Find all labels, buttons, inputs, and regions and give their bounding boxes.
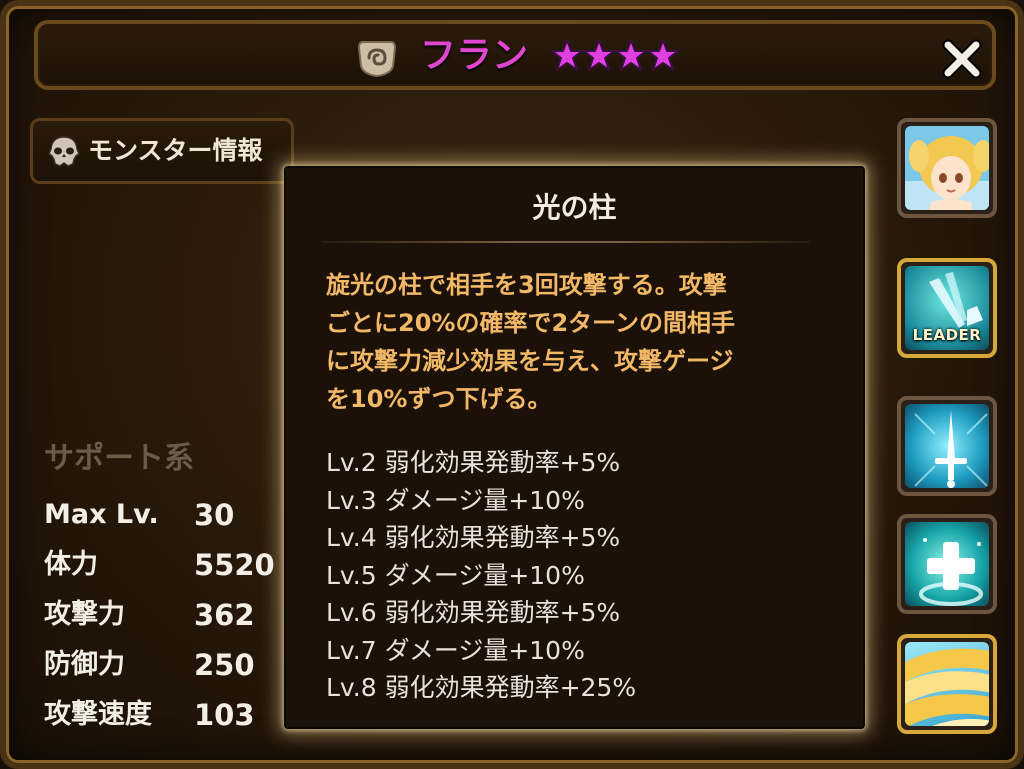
skill-description-line: 旋光の柱で相手を3回攻撃する。攻撃 [326, 271, 727, 299]
stat-value: 103 [194, 698, 255, 732]
stat-label: 攻撃力 [44, 599, 125, 630]
heal-cross-icon [919, 538, 983, 606]
light-sword-icon [914, 410, 988, 488]
skill-1-button[interactable] [897, 396, 997, 496]
monster-name: フラン [420, 35, 529, 76]
star-icon [647, 39, 679, 71]
monster-info-tab-label: モンスター情報 [88, 136, 263, 165]
stat-value: 30 [194, 498, 235, 532]
skill-level-line: Lv.8 弱化効果発動率+25% [326, 673, 637, 702]
title-divider [322, 241, 810, 243]
skill-description-line: を10%ずつ下げる。 [326, 385, 552, 413]
monster-type-label: サポート系 [44, 441, 194, 476]
skill-description-line: ごとに20%の確率で2ターンの間相手 [326, 309, 735, 337]
skill-level-list: Lv.2 弱化効果発動率+5% Lv.3 ダメージ量+10% Lv.4 弱化効果発動… [326, 444, 846, 707]
skill-level-line: Lv.3 ダメージ量+10% [326, 485, 585, 515]
stat-value: 5520 [194, 548, 275, 582]
close-button[interactable] [936, 36, 988, 82]
skill-description: 旋光の柱で相手を3回攻撃する。攻撃 ごとに20%の確率で2ターンの間相手 に攻撃力減… [326, 266, 836, 418]
skill-level-line: Lv.4 弱化効果発動率+5% [326, 523, 621, 552]
skull-icon [48, 136, 80, 167]
skill-level-line: Lv.5 ダメージ量+10% [326, 560, 585, 590]
skill-3-button[interactable] [897, 634, 997, 734]
skill-level-line: Lv.6 弱化効果発動率+5% [326, 598, 621, 627]
stat-value: 362 [194, 598, 255, 632]
monster-portrait-button[interactable] [897, 118, 997, 218]
skill-level-line: Lv.7 ダメージ量+10% [326, 635, 585, 665]
stat-value: 250 [194, 648, 255, 682]
skill-level-line: Lv.2 弱化効果発動率+5% [326, 448, 621, 477]
skill-description-line: に攻撃力減少効果を与え、攻撃ゲージ [326, 347, 734, 375]
fairy-portrait-icon [905, 126, 989, 210]
stat-label: 体力 [44, 549, 98, 580]
skill-2-button[interactable] [897, 514, 997, 614]
light-element-icon [357, 41, 397, 78]
star-rating [551, 36, 679, 76]
star-icon [615, 39, 647, 71]
star-icon [583, 39, 615, 71]
stat-label: 攻撃速度 [44, 699, 152, 730]
stat-label: 防御力 [44, 649, 125, 680]
close-x-icon [942, 39, 982, 79]
star-icon [551, 39, 583, 71]
skill-title: 光の柱 [532, 191, 617, 224]
leader-skill-button[interactable]: LEADER [897, 258, 997, 358]
stat-label: Max Lv. [44, 499, 159, 530]
leader-label: LEADER [912, 326, 982, 344]
light-pillar-icon [905, 648, 989, 726]
